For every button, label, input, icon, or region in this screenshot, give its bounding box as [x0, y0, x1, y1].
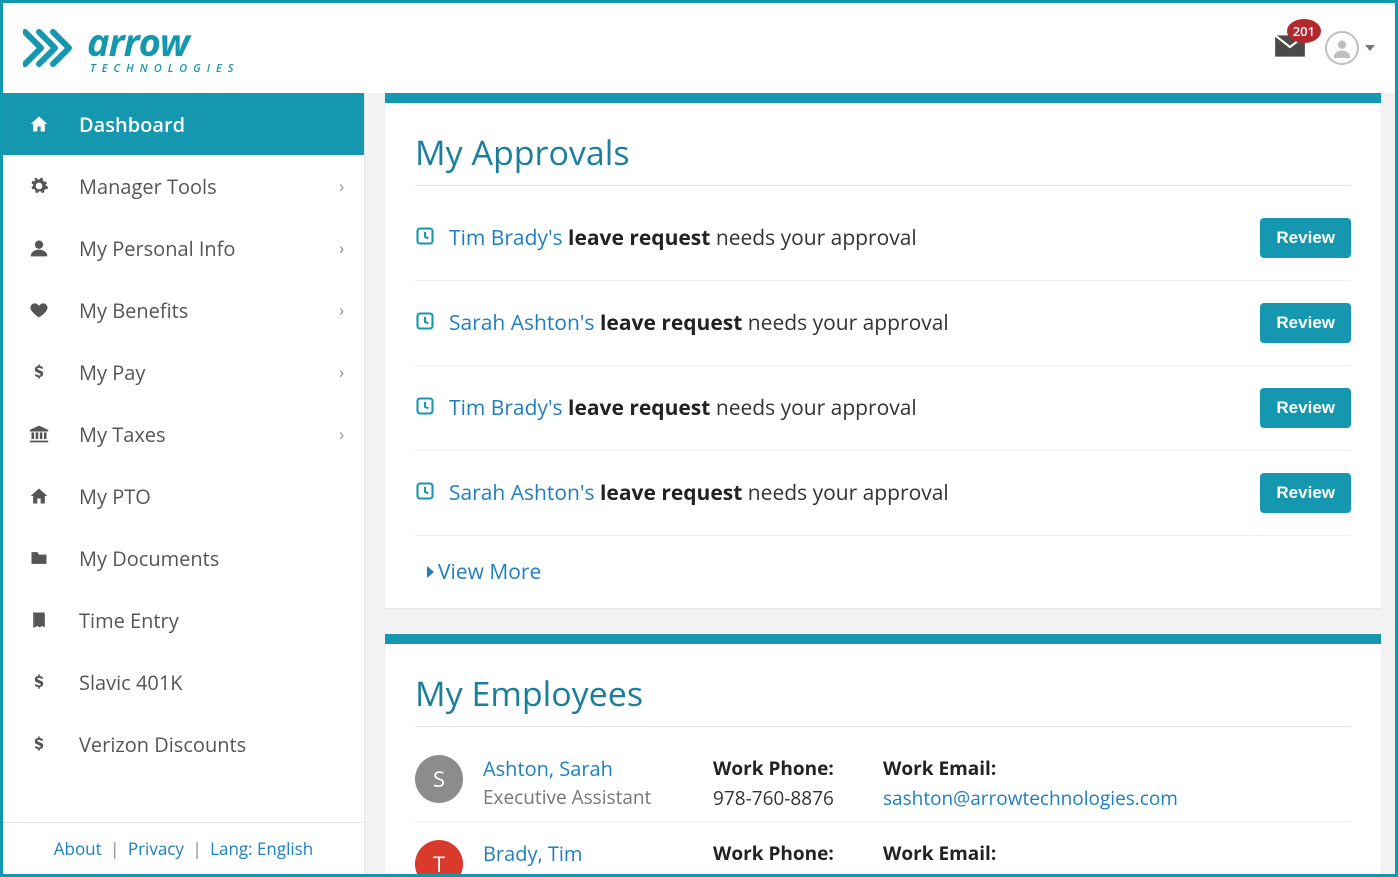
sidebar-item-label: My Benefits	[79, 297, 311, 324]
sidebar-item-label: My Taxes	[79, 421, 311, 448]
work-phone-label: Work Phone:	[713, 840, 863, 866]
employee-job-title: CEO	[483, 869, 693, 874]
employee-row: T Brady, Tim CEO Work Phone: - Work Email: -	[415, 822, 1351, 874]
review-button[interactable]: Review	[1260, 473, 1351, 513]
work-email-value[interactable]: sashton@arrowtechnologies.com	[883, 785, 1351, 811]
employee-name-link[interactable]: Brady, Tim	[483, 840, 693, 867]
approval-row: Tim Brady's leave request needs your app…	[415, 366, 1351, 451]
work-email-label: Work Email:	[883, 840, 1351, 866]
approval-person-link[interactable]: Sarah Ashton's	[449, 309, 595, 337]
employee-name-link[interactable]: Ashton, Sarah	[483, 755, 693, 782]
view-more-label: View More	[438, 558, 541, 586]
caret-right-icon	[427, 566, 434, 578]
sidebar-item-manager-tools[interactable]: Manager Tools ›	[3, 155, 364, 217]
employees-card: My Employees S Ashton, SarahExecutive Ass…	[385, 634, 1381, 874]
view-more-link[interactable]: View More	[415, 558, 541, 586]
employee-avatar: T	[415, 840, 463, 874]
sidebar-item-my-personal-info[interactable]: My Personal Info ›	[3, 217, 364, 279]
sidebar-item-label: My Personal Info	[79, 235, 311, 262]
notifications-button[interactable]: 201	[1273, 33, 1307, 64]
clock-icon	[415, 396, 435, 421]
sidebar-item-slavic-401k[interactable]: Slavic 401K	[3, 651, 364, 713]
approval-row: Sarah Ashton's leave request needs your …	[415, 281, 1351, 366]
sidebar-item-label: Slavic 401K	[79, 669, 344, 696]
sidebar-item-label: Verizon Discounts	[79, 731, 344, 758]
sidebar-item-label: Time Entry	[79, 607, 344, 634]
sidebar-item-label: My Documents	[79, 545, 344, 572]
sidebar-item-my-pay[interactable]: My Pay ›	[3, 341, 364, 403]
employee-row: S Ashton, SarahExecutive Assistant Work Ph…	[415, 737, 1351, 822]
review-button[interactable]: Review	[1260, 303, 1351, 343]
arrow-logo-icon	[23, 26, 77, 70]
footer-lang-link[interactable]: Lang: English	[210, 837, 313, 860]
home-icon	[29, 114, 51, 134]
sidebar-item-my-taxes[interactable]: My Taxes ›	[3, 403, 364, 465]
approvals-title: My Approvals	[415, 129, 1351, 175]
footer-about-link[interactable]: About	[54, 837, 102, 860]
dollar-icon	[29, 734, 51, 754]
dollar-icon	[29, 672, 51, 692]
sidebar-footer: About | Privacy | Lang: English	[3, 822, 364, 874]
main-content: My Approvals Tim Brady's leave request n…	[365, 93, 1395, 874]
chevron-right-icon: ›	[339, 423, 344, 445]
approval-row: Tim Brady's leave request needs your app…	[415, 196, 1351, 281]
brand-logo[interactable]: arrow TECHNOLOGIES	[23, 23, 239, 74]
work-phone-value: -	[713, 870, 863, 874]
work-phone-value: 978-760-8876	[713, 785, 863, 811]
approval-text: Sarah Ashton's leave request needs your …	[449, 309, 1246, 337]
sidebar: Dashboard Manager Tools › My Personal Info ›…	[3, 93, 365, 874]
chevron-right-icon: ›	[339, 175, 344, 197]
employees-title: My Employees	[415, 670, 1351, 716]
work-email-value: -	[883, 870, 1351, 874]
sidebar-item-label: Manager Tools	[79, 173, 311, 200]
approval-text: Tim Brady's leave request needs your app…	[449, 394, 1246, 422]
clock-icon	[415, 481, 435, 506]
work-email-label: Work Email:	[883, 755, 1351, 781]
home-icon	[29, 486, 51, 506]
bank-icon	[29, 424, 51, 444]
work-phone-label: Work Phone:	[713, 755, 863, 781]
sidebar-item-verizon-discounts[interactable]: Verizon Discounts	[3, 713, 364, 775]
sidebar-item-label: Dashboard	[79, 111, 344, 138]
employee-avatar: S	[415, 755, 463, 803]
sidebar-nav: Dashboard Manager Tools › My Personal Info ›…	[3, 93, 364, 822]
approval-person-link[interactable]: Tim Brady's	[449, 224, 563, 252]
clock-icon	[415, 311, 435, 336]
notification-count-badge: 201	[1287, 19, 1321, 43]
book-icon	[29, 610, 51, 630]
chevron-right-icon: ›	[339, 237, 344, 259]
sidebar-item-my-pto[interactable]: My PTO	[3, 465, 364, 527]
divider	[415, 185, 1351, 186]
sidebar-item-label: My Pay	[79, 359, 311, 386]
review-button[interactable]: Review	[1260, 388, 1351, 428]
sidebar-item-dashboard[interactable]: Dashboard	[3, 93, 364, 155]
divider	[415, 726, 1351, 727]
brand-text: arrow TECHNOLOGIES	[87, 23, 239, 74]
review-button[interactable]: Review	[1260, 218, 1351, 258]
user-menu[interactable]	[1325, 31, 1375, 65]
chevron-right-icon: ›	[339, 299, 344, 321]
sidebar-item-my-benefits[interactable]: My Benefits ›	[3, 279, 364, 341]
employee-job-title: Executive Assistant	[483, 784, 693, 810]
approval-text: Tim Brady's leave request needs your app…	[449, 224, 1246, 252]
avatar-icon	[1325, 31, 1359, 65]
approval-text: Sarah Ashton's leave request needs your …	[449, 479, 1246, 507]
approval-person-link[interactable]: Tim Brady's	[449, 394, 563, 422]
chevron-right-icon: ›	[339, 361, 344, 383]
footer-privacy-link[interactable]: Privacy	[128, 837, 184, 860]
approval-row: Sarah Ashton's leave request needs your …	[415, 451, 1351, 536]
user-icon	[29, 238, 51, 258]
approvals-card: My Approvals Tim Brady's leave request n…	[385, 93, 1381, 608]
clock-icon	[415, 226, 435, 251]
approval-person-link[interactable]: Sarah Ashton's	[449, 479, 595, 507]
sidebar-item-time-entry[interactable]: Time Entry	[3, 589, 364, 651]
heart-icon	[29, 300, 51, 320]
folder-icon	[29, 548, 51, 568]
app-header: arrow TECHNOLOGIES 201	[3, 3, 1395, 93]
dollar-icon	[29, 362, 51, 382]
gear-icon	[29, 176, 51, 196]
caret-down-icon	[1365, 45, 1375, 51]
sidebar-item-my-documents[interactable]: My Documents	[3, 527, 364, 589]
sidebar-item-label: My PTO	[79, 483, 344, 510]
